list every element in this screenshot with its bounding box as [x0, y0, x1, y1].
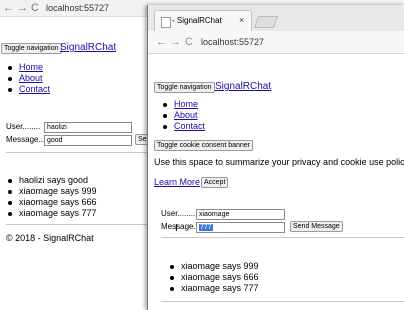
nav-link-home[interactable]: Home [19, 62, 43, 72]
nav-link-about[interactable]: About [174, 110, 198, 120]
send-message-button[interactable]: Send Message [290, 221, 343, 232]
nav-item-contact: Contact [161, 121, 205, 132]
reload-icon[interactable]: C [31, 1, 39, 15]
message-label: Message... [6, 135, 46, 144]
address-bar[interactable]: localhost:55727 [201, 36, 264, 48]
toggle-navigation-button[interactable]: Toggle navigation [1, 43, 62, 54]
nav-link-contact[interactable]: Contact [19, 84, 50, 94]
nav-link-about[interactable]: About [19, 73, 43, 83]
user-label: User........ [161, 209, 196, 218]
message-list: haolizi says good xiaomage says 999 xiao… [6, 175, 97, 219]
page-icon [161, 17, 171, 28]
forward-arrow-icon[interactable]: → [17, 1, 28, 15]
list-item: haolizi says good [6, 175, 97, 186]
text-cursor-icon: I [175, 223, 178, 234]
user-label: User........ [6, 122, 41, 131]
front-browser-toolbar: ← → C localhost:55727 [148, 31, 404, 54]
user-input[interactable]: haolizi [44, 122, 132, 133]
tab-strip: - SignalRChat × [148, 5, 404, 32]
front-page-content: Toggle navigation SignalRChat Home About… [148, 53, 404, 310]
back-arrow-icon[interactable]: ← [156, 35, 167, 49]
divider [6, 152, 147, 153]
list-item: xiaomage says 777 [168, 283, 259, 294]
selected-text: 777 [199, 224, 213, 231]
nav-link-home[interactable]: Home [174, 99, 198, 109]
address-bar[interactable]: localhost:55727 [46, 2, 109, 14]
message-list: xiaomage says 999 xiaomage says 666 xiao… [168, 261, 259, 294]
nav-menu: Home About Contact [6, 62, 50, 95]
nav-item-about: About [6, 73, 50, 84]
message-label: Message... [161, 222, 201, 231]
nav-menu: Home About Contact [161, 99, 205, 132]
toggle-navigation-button[interactable]: Toggle navigation [154, 82, 215, 93]
tab-title: - SignalRChat [172, 16, 222, 25]
list-item: xiaomage says 777 [6, 208, 97, 219]
list-item: xiaomage says 666 [168, 272, 259, 283]
nav-link-contact[interactable]: Contact [174, 121, 205, 131]
learn-more-link[interactable]: Learn More [154, 177, 200, 188]
forward-arrow-icon[interactable]: → [170, 35, 181, 49]
list-item: xiaomage says 999 [6, 186, 97, 197]
close-icon[interactable]: × [239, 15, 244, 25]
nav-item-contact: Contact [6, 84, 50, 95]
brand-link[interactable]: SignalRChat [215, 81, 271, 93]
footer-text: © 2018 - SignalRChat [6, 233, 94, 243]
user-input[interactable]: xiaomage [196, 209, 285, 220]
list-item: xiaomage says 666 [6, 197, 97, 208]
browser-tab[interactable]: - SignalRChat × [154, 10, 252, 32]
divider [161, 301, 404, 302]
reload-icon[interactable]: C [185, 35, 193, 49]
new-tab-button[interactable] [253, 16, 279, 28]
toggle-cookie-banner-button[interactable]: Toggle cookie consent banner [154, 140, 254, 151]
nav-item-home: Home [6, 62, 50, 73]
privacy-notice: Use this space to summarize your privacy… [154, 157, 404, 167]
accept-button[interactable]: Accept [201, 177, 229, 188]
divider [161, 237, 404, 238]
nav-item-home: Home [161, 99, 205, 110]
back-arrow-icon[interactable]: ← [3, 1, 14, 15]
front-browser-window: - SignalRChat × ← → C localhost:55727 To… [147, 5, 404, 310]
divider [6, 224, 147, 225]
brand-link[interactable]: SignalRChat [60, 42, 116, 54]
nav-item-about: About [161, 110, 205, 121]
message-input[interactable]: 777 [196, 222, 285, 233]
message-input[interactable]: good [44, 135, 132, 146]
list-item: xiaomage says 999 [168, 261, 259, 272]
